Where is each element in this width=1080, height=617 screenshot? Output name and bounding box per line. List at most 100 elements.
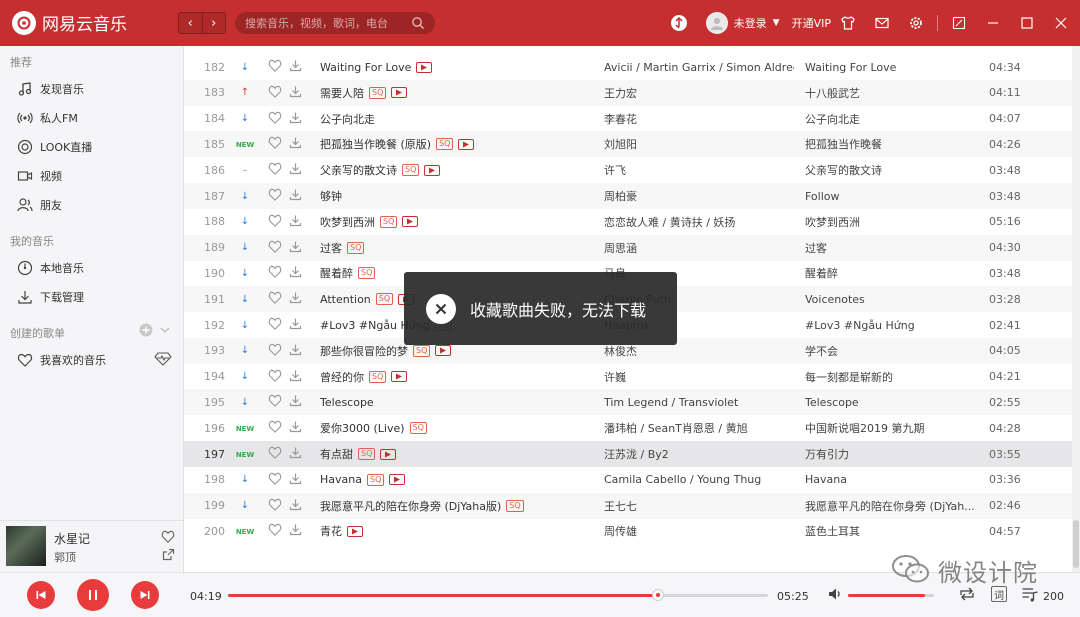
song-title[interactable]: Telescope <box>320 396 374 409</box>
song-album[interactable]: Telescope <box>805 396 975 409</box>
download-icon[interactable] <box>289 446 302 462</box>
heart-icon[interactable] <box>268 446 282 462</box>
heart-icon[interactable] <box>268 394 282 410</box>
song-title[interactable]: 醒着醉 <box>320 265 353 281</box>
heart-icon[interactable] <box>268 59 282 75</box>
heart-icon[interactable] <box>268 420 282 436</box>
search-input[interactable] <box>245 16 411 30</box>
next-track-button[interactable] <box>131 581 159 609</box>
avatar[interactable] <box>705 12 728 34</box>
song-artist[interactable]: 李春花 <box>604 111 794 127</box>
song-title[interactable]: Attention <box>320 293 371 306</box>
previous-track-button[interactable] <box>27 581 55 609</box>
heart-icon[interactable] <box>268 188 282 204</box>
song-artist[interactable]: Tim Legend / Transviolet <box>604 396 794 409</box>
mv-icon[interactable] <box>402 216 419 228</box>
mv-icon[interactable] <box>416 61 433 73</box>
heartbeat-mode-icon[interactable] <box>153 352 173 369</box>
heart-icon[interactable] <box>268 265 282 281</box>
song-title[interactable]: 有点甜 <box>320 446 353 462</box>
sidebar-item-look-live[interactable]: LOOK直播 <box>0 132 183 161</box>
download-icon[interactable] <box>289 240 302 256</box>
download-icon[interactable] <box>289 111 302 127</box>
heart-icon[interactable] <box>268 523 282 539</box>
mv-icon[interactable] <box>347 525 363 537</box>
song-row[interactable]: 198 ↓ Havana SQ Camila Cabello / Young Thug H… <box>184 467 1072 493</box>
mini-mode-icon[interactable] <box>950 14 968 32</box>
song-title[interactable]: 过客 <box>320 240 342 256</box>
download-icon[interactable] <box>289 317 302 333</box>
song-title[interactable]: 父亲写的散文诗 <box>320 162 397 178</box>
song-album[interactable]: Havana <box>805 473 975 486</box>
download-icon[interactable] <box>289 265 302 281</box>
download-icon[interactable] <box>289 523 302 539</box>
song-artist[interactable]: 许巍 <box>604 369 794 385</box>
download-icon[interactable] <box>289 214 302 230</box>
song-title[interactable]: 公子向北走 <box>320 111 375 127</box>
song-album[interactable]: #Lov3 #Ngẫu Hứng <box>805 319 975 332</box>
song-row[interactable]: 184 ↓ 公子向北走 李春花 公子向北走 04:07 <box>184 106 1072 132</box>
song-album[interactable]: 每一刻都是崭新的 <box>805 369 975 385</box>
sidebar-item-discover[interactable]: 发现音乐 <box>0 74 183 103</box>
mv-icon[interactable] <box>389 474 406 486</box>
heart-icon[interactable] <box>268 240 282 256</box>
vip-link[interactable]: 开通VIP <box>792 15 831 31</box>
heart-icon[interactable] <box>268 291 282 307</box>
song-title[interactable]: 需要人陪 <box>320 85 364 101</box>
song-artist[interactable]: 周传雄 <box>604 523 794 539</box>
song-artist[interactable]: 许飞 <box>604 162 794 178</box>
download-icon[interactable] <box>289 136 302 152</box>
forward-button[interactable]: › <box>201 13 226 33</box>
heart-icon[interactable] <box>268 317 282 333</box>
song-album[interactable]: Follow <box>805 190 975 203</box>
song-album[interactable]: Voicenotes <box>805 293 975 306</box>
song-title[interactable]: 把孤独当作晚餐 (原版) <box>320 136 431 152</box>
heart-icon[interactable] <box>268 343 282 359</box>
song-title[interactable]: 够钟 <box>320 188 342 204</box>
mv-icon[interactable] <box>435 345 452 357</box>
lyrics-button[interactable]: 词 <box>991 586 1007 602</box>
mv-icon[interactable] <box>391 87 408 99</box>
song-album[interactable]: 万有引力 <box>805 446 975 462</box>
heart-icon[interactable] <box>268 85 282 101</box>
song-row[interactable]: 186– 父亲写的散文诗 SQ 许飞 父亲写的散文诗 03:48 <box>184 157 1072 183</box>
song-album[interactable]: 把孤独当作晚餐 <box>805 136 975 152</box>
chevron-down-icon[interactable]: ▼ <box>773 18 780 28</box>
user-name[interactable]: 未登录 <box>734 15 767 31</box>
now-playing-artist[interactable]: 郭顶 <box>54 549 76 565</box>
sidebar-item-friends[interactable]: 朋友 <box>0 190 183 219</box>
mv-icon[interactable] <box>380 448 397 460</box>
song-artist[interactable]: 恋恋故人难 / 黄诗扶 / 妖扬 <box>604 214 794 230</box>
song-title[interactable]: 我愿意平凡的陪在你身旁 (DjYaha版) <box>320 498 501 514</box>
scrollbar-track[interactable] <box>1072 46 1080 572</box>
song-title[interactable]: 那些你很冒险的梦 <box>320 343 408 359</box>
song-row[interactable]: 197 NEW 有点甜 SQ 汪苏泷 / By2 万有引力 03:55 <box>184 441 1072 467</box>
now-playing-panel[interactable]: 水星记 郭顶 <box>0 520 184 572</box>
chevron-down-icon[interactable] <box>159 324 171 339</box>
song-row[interactable]: 189 ↓ 过客 SQ 周思涵 过客 04:30 <box>184 234 1072 261</box>
song-album[interactable]: 学不会 <box>805 343 975 359</box>
song-album[interactable]: 吹梦到西洲 <box>805 214 975 230</box>
download-icon[interactable] <box>289 472 302 488</box>
download-icon[interactable] <box>289 162 302 178</box>
gear-icon[interactable] <box>907 14 925 32</box>
skin-icon[interactable] <box>839 14 857 32</box>
maximize-icon[interactable] <box>1018 14 1036 32</box>
share-icon[interactable] <box>162 548 175 564</box>
heart-icon[interactable] <box>268 498 282 514</box>
song-row[interactable]: 183 ↑ 需要人陪 SQ 王力宏 十八般武艺 04:11 <box>184 79 1072 106</box>
progress-handle[interactable] <box>652 589 665 601</box>
app-logo[interactable]: 网易云音乐 <box>12 10 127 35</box>
song-album[interactable]: Waiting For Love <box>805 61 975 74</box>
album-cover[interactable] <box>6 526 46 566</box>
scrollbar-thumb[interactable] <box>1073 520 1079 568</box>
download-icon[interactable] <box>289 85 302 101</box>
heart-icon[interactable] <box>268 214 282 230</box>
heart-icon[interactable] <box>268 136 282 152</box>
heart-icon[interactable] <box>268 162 282 178</box>
song-artist[interactable]: Camila Cabello / Young Thug <box>604 473 794 486</box>
mv-icon[interactable] <box>458 138 475 150</box>
download-icon[interactable] <box>289 59 302 75</box>
user-account[interactable]: 未登录 ▼ <box>705 12 780 34</box>
song-title[interactable]: Havana <box>320 473 362 486</box>
